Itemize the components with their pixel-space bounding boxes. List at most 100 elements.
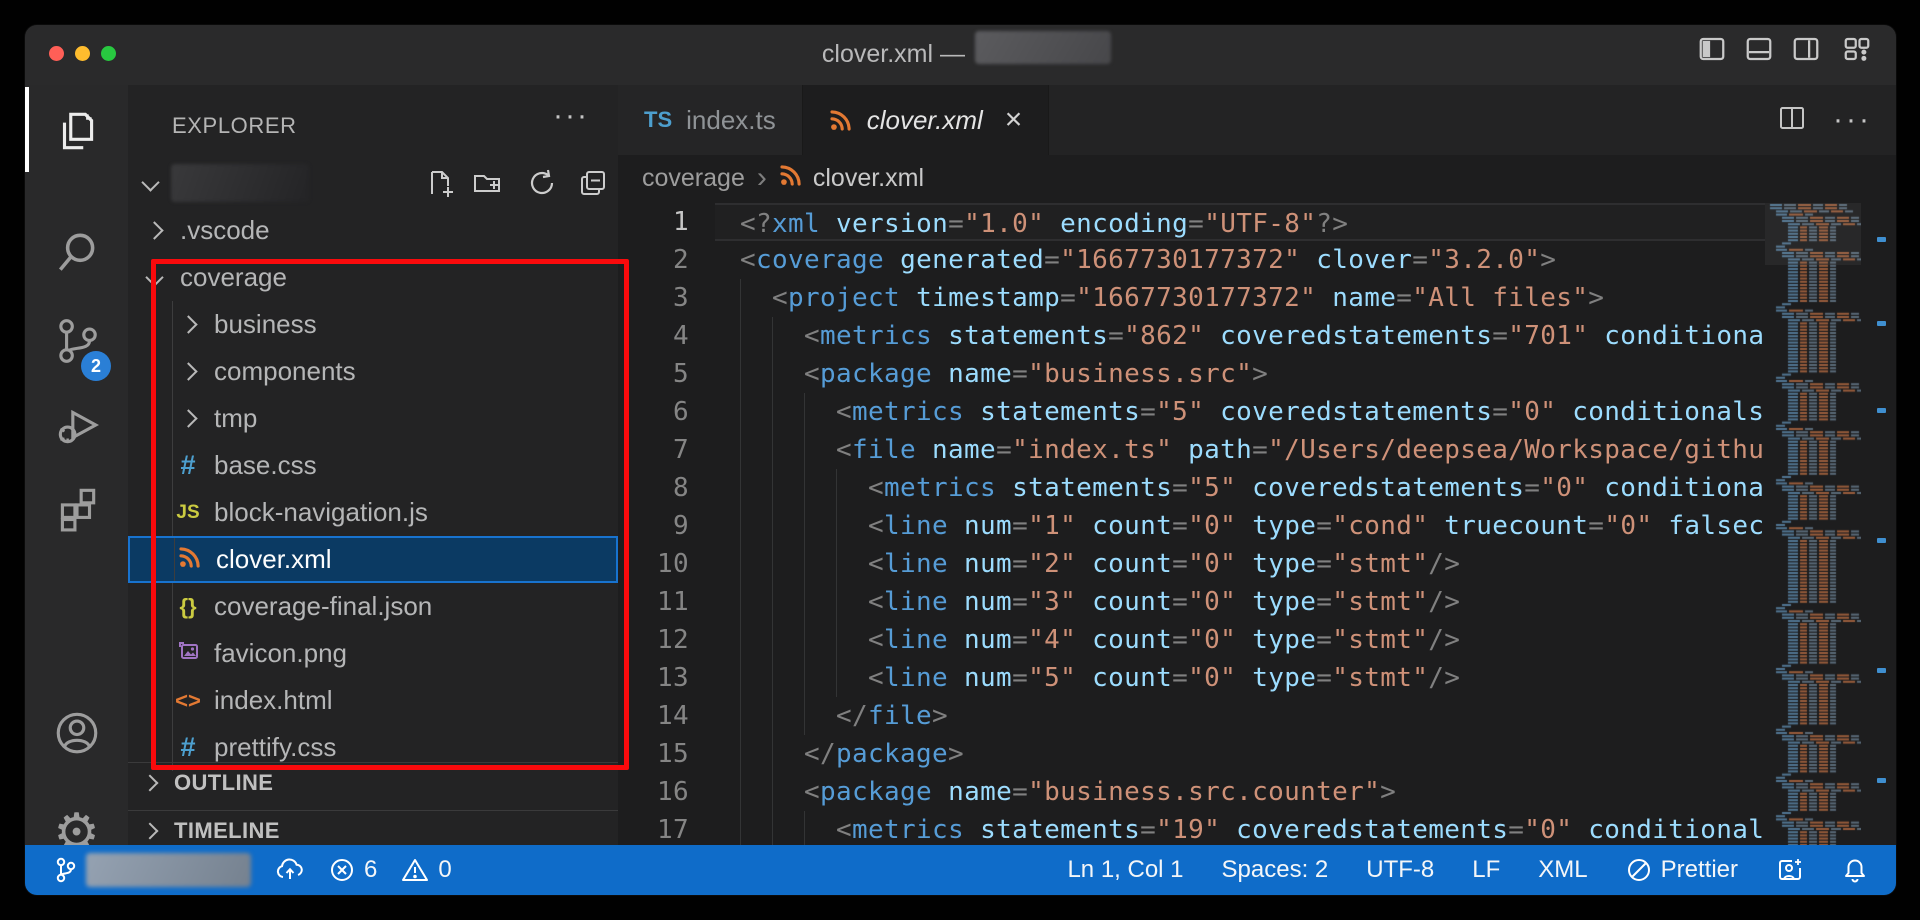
indent-guide [172, 630, 173, 677]
tab-index-ts[interactable]: TS index.ts [618, 85, 803, 155]
tree-item-tmp[interactable]: tmp [128, 395, 618, 442]
tree-item-label: clover.xml [216, 544, 332, 575]
folder-chevron-slot [138, 224, 170, 237]
tree-item-.vscode[interactable]: .vscode [128, 207, 618, 254]
accounts-button[interactable] [25, 705, 128, 765]
tree-item-favicon.png[interactable]: favicon.png [128, 630, 618, 677]
indent-guide [740, 659, 772, 697]
folder-chevron-slot [138, 271, 170, 284]
indentation-item[interactable]: Spaces: 2 [1222, 856, 1329, 884]
tree-item-business[interactable]: business [128, 301, 618, 348]
debug-icon [52, 400, 102, 455]
account-icon [52, 708, 102, 763]
sidebar-item-search[interactable] [25, 225, 128, 285]
tree-item-clover.xml[interactable]: clover.xml [128, 536, 618, 583]
language-mode-item[interactable]: XML [1538, 856, 1587, 884]
warnings-item[interactable]: 0 [401, 856, 451, 884]
code-line-9: 9<line num="1" count="0" type="cond" tru… [618, 507, 1765, 545]
breadcrumb[interactable]: coverage › clover.xml [618, 155, 1896, 201]
more-actions-icon[interactable]: ··· [1833, 103, 1872, 137]
close-tab-icon[interactable]: × [1005, 105, 1023, 135]
breadcrumb-file[interactable]: clover.xml [813, 164, 924, 193]
diagnostic-mark [1877, 237, 1886, 242]
sidebar-item-explorer[interactable] [25, 103, 128, 163]
indent-guide [772, 659, 804, 697]
timeline-section-header[interactable]: TIMELINE [128, 810, 618, 850]
explorer-more-actions-icon[interactable]: ··· [553, 99, 589, 133]
sidebar-item-source-control[interactable]: 2 [25, 313, 128, 373]
tree-item-index.html[interactable]: <>index.html [128, 677, 618, 724]
tab-clover-xml[interactable]: clover.xml × [803, 85, 1050, 155]
sync-changes-item[interactable] [275, 858, 305, 882]
tree-item-label: coverage [180, 262, 287, 293]
feedback-icon[interactable] [1776, 856, 1804, 884]
breadcrumb-folder[interactable]: coverage [642, 164, 745, 193]
close-window-button[interactable] [49, 46, 64, 61]
collapse-folders-icon[interactable] [578, 168, 608, 198]
cursor-position-item[interactable]: Ln 1, Col 1 [1067, 856, 1183, 884]
redacted-workspace-name [975, 31, 1111, 64]
outline-label: OUTLINE [174, 770, 273, 796]
new-folder-icon[interactable] [472, 168, 502, 198]
git-branch-item[interactable] [55, 853, 251, 887]
overview-ruler[interactable] [1861, 203, 1896, 895]
line-number: 12 [618, 621, 715, 659]
code-editor[interactable]: 1<?xml version="1.0" encoding="UTF-8"?>2… [618, 203, 1765, 895]
zoom-window-button[interactable] [101, 46, 116, 61]
tree-item-base.css[interactable]: #base.css [128, 442, 618, 489]
workspace-root-row[interactable] [128, 160, 618, 207]
indent-guide [740, 545, 772, 583]
tree-item-coverage[interactable]: coverage [128, 254, 618, 301]
errors-item[interactable]: 6 [329, 856, 377, 884]
code-text: </file> [715, 697, 1765, 735]
outline-section-header[interactable]: OUTLINE [128, 762, 618, 802]
extensions-icon [52, 482, 102, 537]
toggle-secondary-sidebar-icon[interactable] [1791, 34, 1821, 64]
xml-file-icon [829, 108, 853, 132]
minimap[interactable] [1765, 203, 1861, 895]
line-number: 3 [618, 279, 715, 317]
code-text: <metrics statements="5" coveredstatement… [715, 469, 1765, 507]
file-icon-slot: {} [172, 594, 204, 620]
encoding-item[interactable]: UTF-8 [1366, 856, 1434, 884]
indent-guide [740, 431, 772, 469]
tree-item-components[interactable]: components [128, 348, 618, 395]
explorer-title: EXPLORER [172, 113, 297, 139]
customize-layout-icon[interactable] [1842, 34, 1872, 64]
indent-guide [740, 773, 772, 811]
toggle-primary-sidebar-icon[interactable] [1697, 34, 1727, 64]
sidebar-item-run-debug[interactable] [25, 397, 128, 457]
tree-item-coverage-final.json[interactable]: {}coverage-final.json [128, 583, 618, 630]
line-number: 6 [618, 393, 715, 431]
indent-guide [174, 538, 175, 581]
notifications-bell-icon[interactable] [1842, 856, 1868, 884]
indent-guide [772, 317, 804, 355]
tree-item-label: prettify.css [214, 732, 336, 763]
screenshot-stage: clover.xml — [0, 0, 1920, 920]
code-text: <line num="5" count="0" type="stmt"/> [715, 659, 1765, 697]
split-editor-icon[interactable] [1777, 103, 1807, 138]
minimap-slider[interactable] [1765, 203, 1861, 265]
code-text: <metrics statements="5" coveredstatement… [715, 393, 1765, 431]
activity-bar: 2 ⚙ [25, 85, 128, 845]
code-text: <metrics statements="19" coveredstatemen… [715, 811, 1765, 849]
new-file-icon[interactable] [425, 168, 455, 198]
code-text: <line num="3" count="0" type="stmt"/> [715, 583, 1765, 621]
tree-item-block-navigation.js[interactable]: JSblock-navigation.js [128, 489, 618, 536]
refresh-explorer-icon[interactable] [527, 168, 557, 198]
indent-guide [772, 735, 804, 773]
prettier-item[interactable]: Prettier [1626, 856, 1738, 884]
diagnostic-mark [1877, 408, 1886, 413]
line-number: 16 [618, 773, 715, 811]
code-line-14: 14</file> [618, 697, 1765, 735]
eol-item[interactable]: LF [1472, 856, 1500, 884]
indent-guide [740, 621, 772, 659]
sidebar-item-extensions[interactable] [25, 479, 128, 539]
tree-item-label: components [214, 356, 356, 387]
indent-guide [740, 355, 772, 393]
indent-guide [772, 469, 804, 507]
file-icon-slot: # [172, 732, 204, 763]
toggle-panel-icon[interactable] [1744, 34, 1774, 64]
indent-guide [772, 545, 804, 583]
minimize-window-button[interactable] [75, 46, 90, 61]
